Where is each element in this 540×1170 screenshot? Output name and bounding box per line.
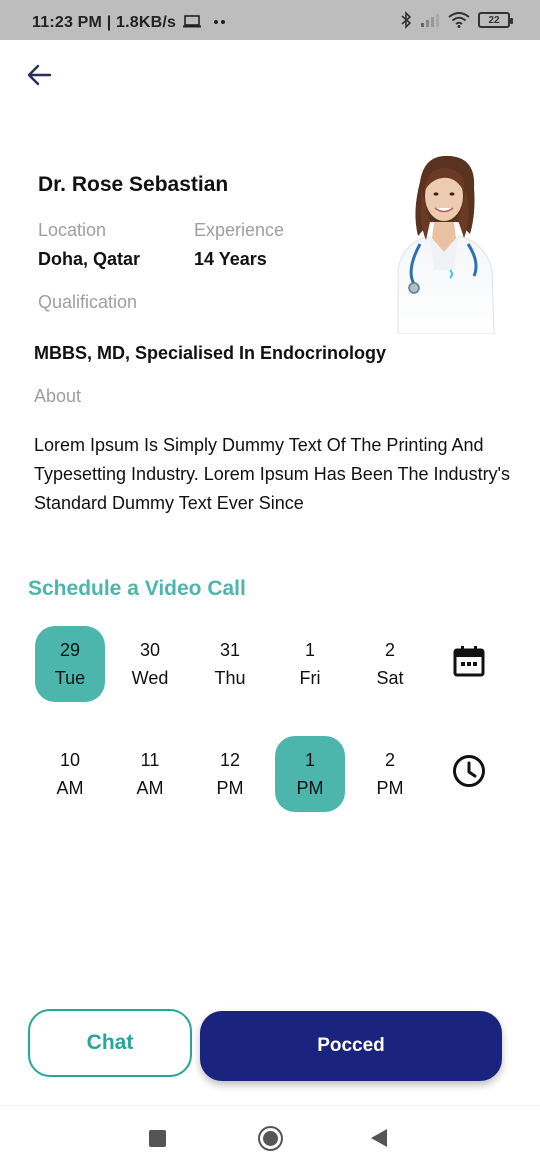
date-slot[interactable]: 31 Thu [190,626,270,702]
time-period: AM [136,778,164,798]
location-value: Doha, Qatar [38,249,141,269]
recent-apps-icon[interactable] [149,1130,166,1147]
experience-label: Experience [194,220,285,240]
time-period: PM [216,778,244,798]
about-label: About [34,386,82,406]
date-day: 29 [59,640,81,660]
signal-icon [421,14,439,27]
date-weekday: Fri [299,668,321,688]
wifi-icon [448,12,470,28]
date-selector: 29 Tue 30 Wed 31 Thu 1 Fri 2 Sat [30,626,430,702]
time-period: PM [376,778,404,798]
date-weekday: Tue [54,668,86,688]
date-weekday: Wed [131,668,169,688]
time-slot[interactable]: 2 PM [350,736,430,812]
time-selector: 10 AM 11 AM 12 PM 1 PM 2 PM [30,736,430,812]
back-button[interactable] [22,58,56,92]
time-hour: 12 [219,750,241,770]
date-slot[interactable]: 1 Fri [270,626,350,702]
time-slot-selected[interactable]: 1 PM [270,736,350,812]
clock-icon[interactable] [452,754,486,788]
doctor-photo [397,155,495,334]
time-slot[interactable]: 12 PM [190,736,270,812]
status-time: 11:23 PM | 1.8KB/s [32,14,177,31]
date-slot[interactable]: 30 Wed [110,626,190,702]
date-slot-selected[interactable]: 29 Tue [30,626,110,702]
battery-level: 22 [488,14,500,26]
qualification-value: MBBS, MD, Specialised In Endocrinology [34,343,387,363]
time-period: AM [56,778,84,798]
more-dots-icon [214,20,226,24]
doctor-name: Dr. Rose Sebastian [38,173,229,196]
arrow-left-icon [27,64,52,86]
date-day: 2 [384,640,395,660]
date-day: 1 [304,640,315,660]
experience-value: 14 Years [194,249,267,269]
date-weekday: Thu [214,668,246,688]
home-icon[interactable] [258,1126,283,1151]
laptop-icon [182,15,201,28]
about-text: Lorem Ipsum Is Simply Dummy Text Of The … [34,435,510,513]
bluetooth-icon [401,11,412,29]
date-weekday: Sat [376,668,404,688]
time-hour: 1 [304,750,315,770]
chat-button[interactable]: Chat [28,1009,192,1077]
system-nav-bar [0,1105,540,1170]
time-hour: 11 [140,750,160,770]
schedule-title: Schedule a Video Call [28,577,246,600]
status-time-speed: 11:23 PM | 1.8KB/s [32,14,227,32]
time-hour: 10 [59,750,81,770]
qualification-label: Qualification [38,292,138,312]
date-day: 31 [219,640,241,660]
date-day: 30 [139,640,161,660]
time-hour: 2 [384,750,395,770]
status-bar: 11:23 PM | 1.8KB/s 22 [0,0,540,40]
time-slot[interactable]: 11 AM [110,736,190,812]
proceed-button[interactable]: Pocced [200,1011,502,1081]
nav-back-icon[interactable] [371,1129,387,1147]
location-label: Location [38,220,107,240]
calendar-icon[interactable] [452,644,486,678]
status-icons: 22 [400,11,513,29]
battery-icon: 22 [478,12,513,28]
date-slot[interactable]: 2 Sat [350,626,430,702]
time-period: PM [296,778,324,798]
time-slot[interactable]: 10 AM [30,736,110,812]
